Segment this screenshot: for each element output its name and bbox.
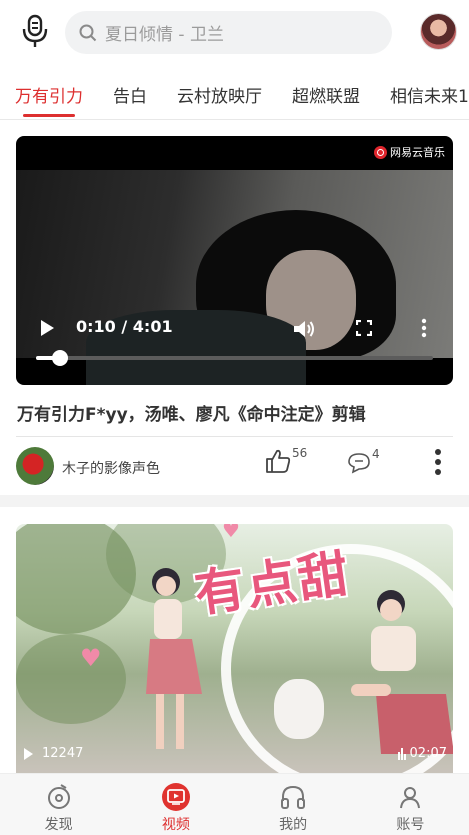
view-count-value: 12247 xyxy=(42,746,84,761)
top-bar: 夏日倾情 - 卫兰 xyxy=(0,0,469,66)
like-icon[interactable] xyxy=(265,448,291,474)
nav-label: 发现 xyxy=(44,817,73,833)
girl-figure-2 xyxy=(351,590,453,754)
badge-label: 网易云音乐 xyxy=(390,146,445,159)
dog xyxy=(274,679,324,739)
view-count: 12247 xyxy=(24,746,83,761)
more-options-icon[interactable] xyxy=(434,448,442,476)
category-tabs: 万有引力 告白 云村放映厅 超燃联盟 相信未来1 xyxy=(0,72,469,120)
bottom-navigation: 发现 视频 我的 账号 xyxy=(0,773,469,835)
play-icon[interactable] xyxy=(41,320,54,336)
progress-bar[interactable] xyxy=(36,350,433,366)
video-duration: 02:07 xyxy=(397,746,447,761)
video-thumbnail[interactable]: 有点甜 ♥ ♥ 12247 02:07 xyxy=(16,524,453,774)
search-placeholder: 夏日倾情 - 卫兰 xyxy=(105,25,224,45)
comment-count: 4 xyxy=(372,447,380,461)
progress-knob[interactable] xyxy=(51,350,68,366)
video-title[interactable]: 万有引力F*yy，汤唯、廖凡《命中注定》剪辑 xyxy=(17,400,366,425)
author-name[interactable]: 木子的影像声色 xyxy=(62,458,160,478)
tab-xiangxin-weilai[interactable]: 相信未来1 xyxy=(390,72,469,119)
tab-gaobai[interactable]: 告白 xyxy=(113,72,147,119)
comment-icon[interactable] xyxy=(347,452,371,474)
player-controls: 0:10 / 4:01 xyxy=(16,306,453,356)
tab-wanyouyinli[interactable]: 万有引力 xyxy=(15,72,83,119)
equalizer-icon xyxy=(397,747,407,760)
heart-icon: ♥ xyxy=(80,644,102,672)
player-more-icon[interactable] xyxy=(421,318,427,338)
video-player[interactable]: 网易云音乐 0:10 / 4:01 xyxy=(16,136,453,385)
nav-mine[interactable]: 我的 xyxy=(235,774,352,835)
headphones-icon xyxy=(281,785,306,809)
netease-music-badge: 网易云音乐 xyxy=(374,144,445,160)
duration-value: 02:07 xyxy=(409,746,447,761)
nav-video[interactable]: 视频 xyxy=(117,774,234,835)
nav-label: 账号 xyxy=(396,817,425,833)
heart-icon: ♥ xyxy=(222,524,240,542)
account-icon xyxy=(400,787,421,809)
search-icon xyxy=(79,24,97,41)
playback-time: 0:10 / 4:01 xyxy=(76,317,173,336)
like-count: 56 xyxy=(292,446,308,460)
discover-icon xyxy=(47,784,70,809)
tab-chaoran-league[interactable]: 超燃联盟 xyxy=(292,72,360,119)
fullscreen-icon[interactable] xyxy=(356,320,372,336)
nav-label: 我的 xyxy=(279,817,308,833)
divider xyxy=(16,436,453,437)
nav-discover[interactable]: 发现 xyxy=(0,774,117,835)
video-icon xyxy=(161,783,190,811)
nav-label: 视频 xyxy=(161,817,190,833)
author-avatar[interactable] xyxy=(16,447,54,485)
play-count-icon xyxy=(24,747,33,760)
section-gap xyxy=(0,495,469,507)
tab-yuncun-theater[interactable]: 云村放映厅 xyxy=(177,72,262,119)
user-avatar[interactable] xyxy=(420,13,457,50)
volume-icon[interactable] xyxy=(292,318,316,340)
search-bar[interactable]: 夏日倾情 - 卫兰 xyxy=(65,11,392,54)
netease-logo-icon xyxy=(374,145,387,159)
microphone-icon[interactable] xyxy=(20,14,50,48)
nav-account[interactable]: 账号 xyxy=(352,774,469,835)
